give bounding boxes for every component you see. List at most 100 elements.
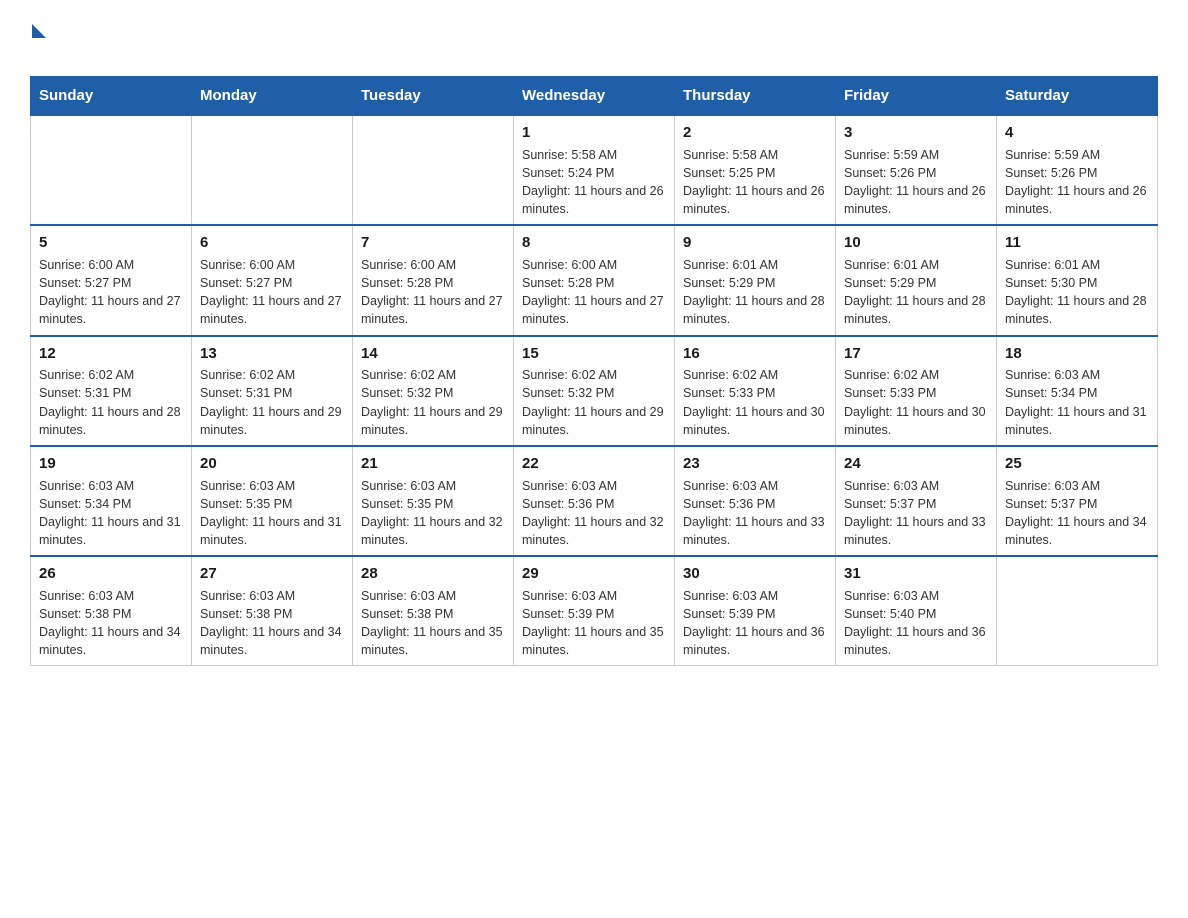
calendar-cell: 13Sunrise: 6:02 AM Sunset: 5:31 PM Dayli… [192, 336, 353, 446]
day-info: Sunrise: 6:01 AM Sunset: 5:29 PM Dayligh… [844, 256, 988, 329]
calendar-cell: 16Sunrise: 6:02 AM Sunset: 5:33 PM Dayli… [675, 336, 836, 446]
day-info: Sunrise: 6:03 AM Sunset: 5:37 PM Dayligh… [844, 477, 988, 550]
weekday-header-sunday: Sunday [31, 77, 192, 116]
day-number: 14 [361, 343, 505, 365]
day-number: 30 [683, 563, 827, 585]
day-info: Sunrise: 6:00 AM Sunset: 5:27 PM Dayligh… [200, 256, 344, 329]
day-number: 13 [200, 343, 344, 365]
day-info: Sunrise: 5:59 AM Sunset: 5:26 PM Dayligh… [844, 146, 988, 219]
day-number: 8 [522, 232, 666, 254]
calendar-cell: 30Sunrise: 6:03 AM Sunset: 5:39 PM Dayli… [675, 556, 836, 666]
day-number: 25 [1005, 453, 1149, 475]
day-info: Sunrise: 6:03 AM Sunset: 5:36 PM Dayligh… [683, 477, 827, 550]
day-number: 15 [522, 343, 666, 365]
day-info: Sunrise: 5:58 AM Sunset: 5:25 PM Dayligh… [683, 146, 827, 219]
calendar-cell: 25Sunrise: 6:03 AM Sunset: 5:37 PM Dayli… [997, 446, 1158, 556]
day-info: Sunrise: 6:03 AM Sunset: 5:40 PM Dayligh… [844, 587, 988, 660]
day-number: 21 [361, 453, 505, 475]
day-info: Sunrise: 6:03 AM Sunset: 5:35 PM Dayligh… [361, 477, 505, 550]
day-number: 20 [200, 453, 344, 475]
day-number: 5 [39, 232, 183, 254]
calendar-cell: 4Sunrise: 5:59 AM Sunset: 5:26 PM Daylig… [997, 115, 1158, 225]
calendar-cell: 3Sunrise: 5:59 AM Sunset: 5:26 PM Daylig… [836, 115, 997, 225]
calendar-cell: 7Sunrise: 6:00 AM Sunset: 5:28 PM Daylig… [353, 225, 514, 335]
day-info: Sunrise: 6:03 AM Sunset: 5:39 PM Dayligh… [522, 587, 666, 660]
day-number: 26 [39, 563, 183, 585]
calendar-cell: 1Sunrise: 5:58 AM Sunset: 5:24 PM Daylig… [514, 115, 675, 225]
day-info: Sunrise: 6:03 AM Sunset: 5:37 PM Dayligh… [1005, 477, 1149, 550]
calendar-table: SundayMondayTuesdayWednesdayThursdayFrid… [30, 76, 1158, 666]
calendar-cell: 29Sunrise: 6:03 AM Sunset: 5:39 PM Dayli… [514, 556, 675, 666]
day-number: 9 [683, 232, 827, 254]
calendar-cell: 27Sunrise: 6:03 AM Sunset: 5:38 PM Dayli… [192, 556, 353, 666]
day-info: Sunrise: 6:02 AM Sunset: 5:32 PM Dayligh… [522, 366, 666, 439]
calendar-cell [353, 115, 514, 225]
day-info: Sunrise: 6:03 AM Sunset: 5:34 PM Dayligh… [39, 477, 183, 550]
day-number: 6 [200, 232, 344, 254]
calendar-week-row: 5Sunrise: 6:00 AM Sunset: 5:27 PM Daylig… [31, 225, 1158, 335]
calendar-header-row: SundayMondayTuesdayWednesdayThursdayFrid… [31, 77, 1158, 116]
calendar-week-row: 1Sunrise: 5:58 AM Sunset: 5:24 PM Daylig… [31, 115, 1158, 225]
day-info: Sunrise: 6:02 AM Sunset: 5:33 PM Dayligh… [844, 366, 988, 439]
calendar-cell [192, 115, 353, 225]
day-info: Sunrise: 6:00 AM Sunset: 5:28 PM Dayligh… [522, 256, 666, 329]
day-info: Sunrise: 6:02 AM Sunset: 5:31 PM Dayligh… [39, 366, 183, 439]
calendar-cell: 15Sunrise: 6:02 AM Sunset: 5:32 PM Dayli… [514, 336, 675, 446]
calendar-cell: 20Sunrise: 6:03 AM Sunset: 5:35 PM Dayli… [192, 446, 353, 556]
calendar-cell: 21Sunrise: 6:03 AM Sunset: 5:35 PM Dayli… [353, 446, 514, 556]
day-number: 31 [844, 563, 988, 585]
calendar-cell: 18Sunrise: 6:03 AM Sunset: 5:34 PM Dayli… [997, 336, 1158, 446]
calendar-cell: 10Sunrise: 6:01 AM Sunset: 5:29 PM Dayli… [836, 225, 997, 335]
day-info: Sunrise: 6:03 AM Sunset: 5:39 PM Dayligh… [683, 587, 827, 660]
day-number: 18 [1005, 343, 1149, 365]
day-number: 29 [522, 563, 666, 585]
day-number: 3 [844, 122, 988, 144]
day-number: 22 [522, 453, 666, 475]
day-info: Sunrise: 6:03 AM Sunset: 5:36 PM Dayligh… [522, 477, 666, 550]
calendar-cell: 11Sunrise: 6:01 AM Sunset: 5:30 PM Dayli… [997, 225, 1158, 335]
calendar-cell: 28Sunrise: 6:03 AM Sunset: 5:38 PM Dayli… [353, 556, 514, 666]
calendar-cell: 19Sunrise: 6:03 AM Sunset: 5:34 PM Dayli… [31, 446, 192, 556]
day-number: 16 [683, 343, 827, 365]
day-info: Sunrise: 6:02 AM Sunset: 5:32 PM Dayligh… [361, 366, 505, 439]
calendar-week-row: 12Sunrise: 6:02 AM Sunset: 5:31 PM Dayli… [31, 336, 1158, 446]
calendar-cell: 12Sunrise: 6:02 AM Sunset: 5:31 PM Dayli… [31, 336, 192, 446]
day-info: Sunrise: 5:58 AM Sunset: 5:24 PM Dayligh… [522, 146, 666, 219]
day-info: Sunrise: 6:00 AM Sunset: 5:27 PM Dayligh… [39, 256, 183, 329]
page-header: General [30, 20, 1158, 66]
day-number: 1 [522, 122, 666, 144]
day-info: Sunrise: 6:03 AM Sunset: 5:38 PM Dayligh… [39, 587, 183, 660]
day-number: 4 [1005, 122, 1149, 144]
calendar-cell: 9Sunrise: 6:01 AM Sunset: 5:29 PM Daylig… [675, 225, 836, 335]
calendar-cell: 2Sunrise: 5:58 AM Sunset: 5:25 PM Daylig… [675, 115, 836, 225]
calendar-cell: 6Sunrise: 6:00 AM Sunset: 5:27 PM Daylig… [192, 225, 353, 335]
day-number: 2 [683, 122, 827, 144]
day-number: 23 [683, 453, 827, 475]
calendar-cell: 8Sunrise: 6:00 AM Sunset: 5:28 PM Daylig… [514, 225, 675, 335]
calendar-week-row: 26Sunrise: 6:03 AM Sunset: 5:38 PM Dayli… [31, 556, 1158, 666]
day-number: 11 [1005, 232, 1149, 254]
logo: General [30, 20, 134, 66]
calendar-cell: 17Sunrise: 6:02 AM Sunset: 5:33 PM Dayli… [836, 336, 997, 446]
weekday-header-friday: Friday [836, 77, 997, 116]
weekday-header-thursday: Thursday [675, 77, 836, 116]
day-number: 27 [200, 563, 344, 585]
calendar-cell [31, 115, 192, 225]
day-info: Sunrise: 6:01 AM Sunset: 5:29 PM Dayligh… [683, 256, 827, 329]
calendar-cell: 24Sunrise: 6:03 AM Sunset: 5:37 PM Dayli… [836, 446, 997, 556]
day-number: 17 [844, 343, 988, 365]
calendar-cell: 26Sunrise: 6:03 AM Sunset: 5:38 PM Dayli… [31, 556, 192, 666]
calendar-cell: 23Sunrise: 6:03 AM Sunset: 5:36 PM Dayli… [675, 446, 836, 556]
day-info: Sunrise: 6:01 AM Sunset: 5:30 PM Dayligh… [1005, 256, 1149, 329]
day-info: Sunrise: 6:02 AM Sunset: 5:31 PM Dayligh… [200, 366, 344, 439]
day-number: 7 [361, 232, 505, 254]
calendar-cell: 14Sunrise: 6:02 AM Sunset: 5:32 PM Dayli… [353, 336, 514, 446]
day-number: 19 [39, 453, 183, 475]
weekday-header-tuesday: Tuesday [353, 77, 514, 116]
calendar-week-row: 19Sunrise: 6:03 AM Sunset: 5:34 PM Dayli… [31, 446, 1158, 556]
calendar-cell [997, 556, 1158, 666]
day-info: Sunrise: 6:03 AM Sunset: 5:34 PM Dayligh… [1005, 366, 1149, 439]
day-info: Sunrise: 6:03 AM Sunset: 5:35 PM Dayligh… [200, 477, 344, 550]
weekday-header-wednesday: Wednesday [514, 77, 675, 116]
day-number: 10 [844, 232, 988, 254]
